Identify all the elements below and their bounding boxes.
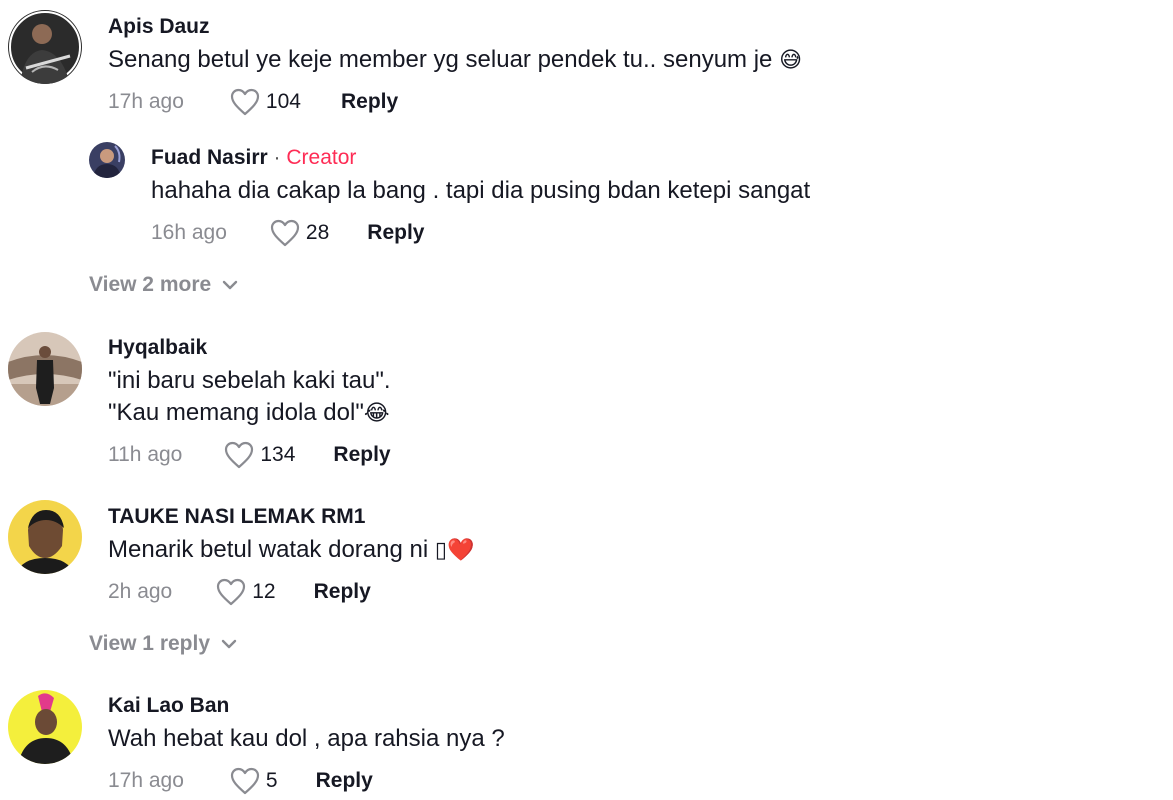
reply-button[interactable]: Reply xyxy=(367,221,424,245)
like-count: 12 xyxy=(252,580,276,603)
avatar[interactable] xyxy=(89,142,125,178)
comment-text-line: hahaha dia cakap la bang . tapi dia pusi… xyxy=(151,177,811,204)
reply-button[interactable]: Reply xyxy=(333,443,390,467)
comment-text: hahaha dia cakap la bang . tapi dia pusi… xyxy=(151,175,810,207)
comment-text-line: Wah hebat kau dol , apa rahsia nya ? xyxy=(108,725,505,752)
creator-badge: Creator xyxy=(286,146,357,169)
chevron-down-icon xyxy=(221,639,237,649)
comment-text-line: Menarik betul watak dorang ni xyxy=(108,536,429,563)
view-more-label: View 2 more xyxy=(89,273,212,296)
comment-time: 11h ago xyxy=(108,443,183,466)
like-button[interactable]: 104 xyxy=(230,88,301,116)
user-avatar-mohawk-icon xyxy=(8,690,82,764)
comment-username[interactable]: TAUKE NASI LEMAK RM1 xyxy=(108,505,365,529)
like-button[interactable]: 12 xyxy=(216,578,276,606)
comment-meta: 11h ago 134 Reply xyxy=(108,441,391,469)
comment-time: 17h ago xyxy=(108,769,184,792)
user-avatar-creator-icon xyxy=(89,142,125,178)
comment-meta: 17h ago 104 Reply xyxy=(108,88,398,116)
avatar[interactable] xyxy=(8,332,82,406)
comment-text: Senang betul ye keje member yg seluar pe… xyxy=(108,44,802,77)
heart-icon xyxy=(270,219,300,247)
comment-text: Menarik betul watak dorang ni ▯❤️ xyxy=(108,534,474,567)
comment-username[interactable]: Fuad Nasirr xyxy=(151,146,268,169)
comment-text: "ini baru sebelah kaki tau". "Kau memang… xyxy=(108,365,391,430)
like-button[interactable]: 5 xyxy=(230,767,278,795)
comment-time: 2h ago xyxy=(108,580,173,603)
chevron-down-icon xyxy=(222,280,238,290)
like-button[interactable]: 134 xyxy=(224,441,295,469)
comment-username[interactable]: Apis Dauz xyxy=(108,15,210,39)
avatar[interactable] xyxy=(8,10,82,84)
comment-text-line: "ini baru sebelah kaki tau". xyxy=(108,367,391,394)
view-more-replies-button[interactable]: View 2 more xyxy=(89,273,239,297)
heart-icon xyxy=(217,578,246,606)
comment-meta: 16h ago 28 Reply xyxy=(151,219,424,247)
comment-text: Wah hebat kau dol , apa rahsia nya ? xyxy=(108,723,505,755)
user-avatar-yellow-icon xyxy=(8,500,82,574)
comment-meta: 2h ago 12 Reply xyxy=(108,578,371,606)
comment-text-line: "Kau memang idola dol" xyxy=(108,399,364,426)
comment-username[interactable]: Hyqalbaik xyxy=(108,336,207,360)
reply-header: Fuad Nasirr · Creator xyxy=(151,146,356,170)
reply-button[interactable]: Reply xyxy=(341,90,398,114)
tears-of-joy-emoji-icon: 😂 xyxy=(363,401,390,426)
like-count: 28 xyxy=(305,221,330,244)
like-button[interactable]: 28 xyxy=(270,219,329,247)
comment-username[interactable]: Kai Lao Ban xyxy=(108,694,229,718)
like-count: 134 xyxy=(260,443,296,466)
comment-time: 16h ago xyxy=(151,221,227,244)
heart-icon xyxy=(230,767,260,795)
comment-time: 17h ago xyxy=(108,90,184,113)
user-avatar-suit-icon xyxy=(8,332,82,406)
reply-button[interactable]: Reply xyxy=(316,769,373,793)
like-count: 104 xyxy=(265,90,301,113)
separator-dot: · xyxy=(273,146,281,169)
like-count: 5 xyxy=(265,769,278,792)
heart-icon xyxy=(225,441,254,469)
reply-button[interactable]: Reply xyxy=(314,580,371,604)
sweat-smile-emoji-icon: 😅 xyxy=(779,48,802,73)
view-replies-button[interactable]: View 1 reply xyxy=(89,632,238,656)
comment-meta: 17h ago 5 Reply xyxy=(108,767,373,795)
avatar[interactable] xyxy=(8,690,82,764)
view-more-label: View 1 reply xyxy=(89,632,211,655)
comment-text-line: Senang betul ye keje member yg seluar pe… xyxy=(108,46,773,73)
avatar[interactable] xyxy=(8,500,82,574)
heart-icon xyxy=(230,88,260,116)
user-avatar-guitarist-icon xyxy=(8,10,82,84)
heart-emoji-icon: ▯❤️ xyxy=(434,538,475,563)
